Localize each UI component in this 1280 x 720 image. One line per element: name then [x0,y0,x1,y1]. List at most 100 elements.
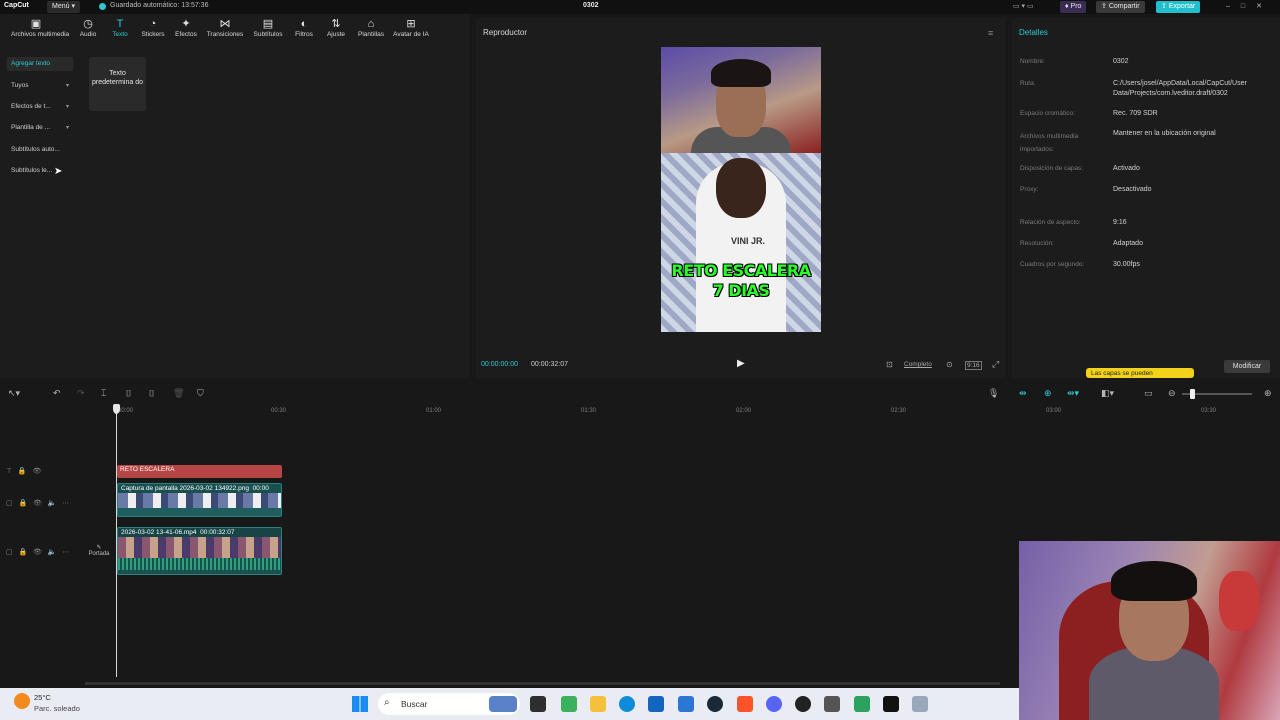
detail-value: Activado [1113,165,1140,172]
tool-media[interactable]: ▣ Archivos multimedia [11,18,69,38]
sidebar-item-lyrics-subtitles[interactable]: Subtítulos le... [7,164,73,178]
menu-button[interactable]: Menú ▾ [47,1,80,13]
detail-label: Nombre: [1020,58,1045,65]
layout-icon[interactable]: ▭ ▾ ▭ [1013,2,1034,10]
detail-label: Ruta: [1020,80,1036,87]
text-panel [0,46,470,378]
undo-icon[interactable]: ↶ [53,388,61,399]
crop-icon[interactable]: ⊡ [886,360,893,369]
obs-icon[interactable] [795,696,811,712]
share-button[interactable]: ⇪ Compartir [1096,1,1145,13]
detail-label: Cuadros por segundo: [1020,261,1085,268]
file-explorer-icon[interactable] [590,696,606,712]
text-clip-label: RETO ESCALERA [120,466,175,473]
detail-label: Relación de aspecto: [1020,219,1081,226]
zoom-in-icon[interactable]: ⊕ [1264,388,1272,399]
audio-waveform [118,558,281,570]
detail-value: 9:16 [1113,219,1127,226]
marker-icon[interactable]: ⛉ [197,388,204,399]
webcam-overlay-image [1019,541,1280,720]
cover-button[interactable]: ✎ Portada [86,544,112,557]
zoom-slider-handle[interactable] [1190,389,1195,399]
task-view-icon[interactable] [530,696,546,712]
caption-icon[interactable]: ▭ [1144,388,1153,399]
sidebar-item-add-text[interactable]: Agregar texto [7,57,73,71]
playhead-handle[interactable] [113,404,120,414]
discord-icon[interactable] [766,696,782,712]
athlete-head [716,158,766,218]
video-preview[interactable]: VINI JR. RETO ESCALERA 7 DIAS [661,47,821,332]
timeline-scrollbar[interactable] [85,682,1000,685]
copilot-icon[interactable] [561,696,577,712]
fit-icon[interactable]: ⊙ [946,360,953,369]
tool-ai-avatar[interactable]: ⊞ Avatar de IA [386,18,436,38]
ai-avatar-icon: ⊞ [406,18,416,30]
brave-icon[interactable] [737,696,753,712]
zoom-out-icon[interactable]: ⊖ [1168,388,1176,399]
detail-value: 0302 [1113,58,1129,65]
search-highlight-image [489,696,517,712]
sidebar-item-yours[interactable]: Tuyos ▾ [7,79,73,93]
edge-icon[interactable] [619,696,635,712]
track-controls[interactable]: ▢ 🔒 👁 🔈 ⋯ [6,499,69,507]
chevron-down-icon: ▾ [65,104,69,110]
delete-icon[interactable]: 🗑 [173,388,184,399]
default-text-preset[interactable]: Texto predetermina do [89,57,146,111]
jersey-text: VINI JR. [731,236,766,246]
sidebar-item-text-effects[interactable]: Efectos de t... ▾ [7,100,73,114]
search-placeholder: Buscar [401,699,428,709]
trim-left-icon[interactable]: ⌷ [126,388,131,399]
modify-button[interactable]: Modificar [1224,360,1270,373]
pro-button[interactable]: ♦ Pro [1060,1,1087,13]
current-time: 00:00:00:00 [481,361,518,368]
image-clip-label: Captura de pantalla 2026-03-02 134922.pn… [118,484,281,493]
window-controls[interactable]: –□✕ [1226,2,1273,10]
trim-right-icon[interactable]: ⌷ [149,388,154,399]
project-title: 0302 [583,2,599,9]
split-icon[interactable]: ⌶ [101,388,106,399]
image-clip[interactable]: Captura de pantalla 2026-03-02 134922.pn… [117,483,282,517]
snipping-tool-icon[interactable] [912,696,928,712]
fullscreen-icon[interactable]: ⤢ [992,359,999,370]
full-quality-toggle[interactable]: Completo [904,361,932,368]
play-icon[interactable]: ▶ [737,358,745,369]
plush-toy [1219,571,1259,631]
playhead[interactable] [116,405,117,677]
track-controls[interactable]: ⊤ 🔒 👁 [6,467,41,475]
track-controls[interactable]: ▢ 🔒 👁 🔈 ⋯ [6,548,69,556]
detail-label: Proxy: [1020,186,1039,193]
settings-icon[interactable] [824,696,840,712]
time-tick: 01:30 [581,408,597,414]
player-menu-icon[interactable]: ≡ [988,28,993,38]
time-tick: 00:30 [271,408,287,414]
person-hair [711,59,771,87]
redo-icon[interactable]: ↷ [77,388,85,399]
magnet-icon[interactable]: ⊕ [1044,388,1052,399]
select-tool-icon[interactable]: ↖▾ [8,388,20,399]
sidebar-item-text-templates[interactable]: Plantilla de ... ▾ [7,121,73,135]
preview-axis-icon[interactable]: ◧▾ [1101,388,1114,399]
snap-icon[interactable]: ⇹▾ [1067,388,1079,399]
export-button[interactable]: ⇧ Exportar [1156,1,1201,13]
webcam-person-hair [1111,561,1197,601]
microphone-icon[interactable]: 🎙 [988,388,999,399]
mail-icon[interactable] [678,696,694,712]
layers-tooltip: Las capas se pueden [1086,368,1194,378]
text-clip[interactable]: RETO ESCALERA [117,465,282,478]
video-clip[interactable]: 2026-03-02 13-41-06.mp4 00:00:32:07 [117,527,282,575]
detail-value: C:/Users/josel/AppData/Local/CapCut/User… [1113,80,1247,97]
store-icon[interactable] [648,696,664,712]
weather-text: Parc. soleado [34,704,80,713]
detail-label: Archivos multimedia importados: [1020,133,1079,153]
mouse-cursor-icon: ➤ [54,166,63,177]
app-icon[interactable] [854,696,870,712]
start-icon[interactable] [352,696,368,712]
weather-icon[interactable] [14,693,30,709]
steam-icon[interactable] [707,696,723,712]
capcut-icon[interactable] [883,696,899,712]
ratio-button[interactable]: 9:16 [965,361,982,370]
sidebar-item-auto-subtitles[interactable]: Subtítulos auto... [7,143,73,157]
total-time: 00:00:32:07 [531,361,568,368]
link-icon[interactable]: ⇹ [1019,388,1027,399]
video-clip-thumbnails [118,537,281,558]
